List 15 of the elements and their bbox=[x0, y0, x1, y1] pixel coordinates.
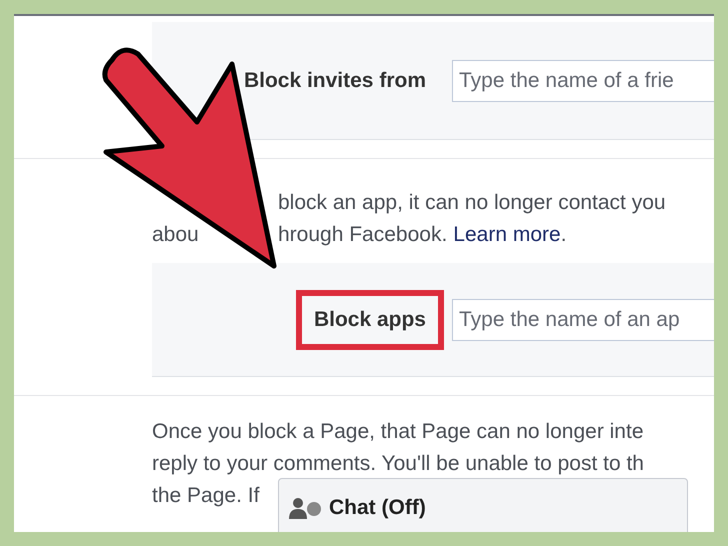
chat-bar[interactable]: Chat (Off) bbox=[278, 478, 688, 532]
paragraph-text: . bbox=[560, 222, 567, 248]
paragraph-text: block an app, it can no longer contact you bbox=[278, 190, 666, 216]
learn-more-link[interactable]: Learn more bbox=[453, 219, 561, 251]
chat-label: Chat (Off) bbox=[329, 496, 426, 520]
people-icon bbox=[289, 497, 323, 519]
field-label: Block invites from bbox=[242, 68, 427, 94]
field-label: Block apps bbox=[296, 290, 444, 350]
paragraph-text: Once you block a Page, that Page can no longer inte bbox=[152, 419, 644, 445]
paragraph-text: abou bbox=[152, 223, 199, 246]
paragraph-text: the Page. If bbox=[152, 483, 260, 509]
paragraph-text: hrough Facebook. bbox=[278, 222, 448, 248]
input-field[interactable]: Type the name of a frie bbox=[452, 60, 714, 102]
input-field[interactable]: Type the name of an ap bbox=[452, 298, 714, 340]
paragraph-text: reply to your comments. You'll be unable to post to th bbox=[152, 451, 644, 477]
